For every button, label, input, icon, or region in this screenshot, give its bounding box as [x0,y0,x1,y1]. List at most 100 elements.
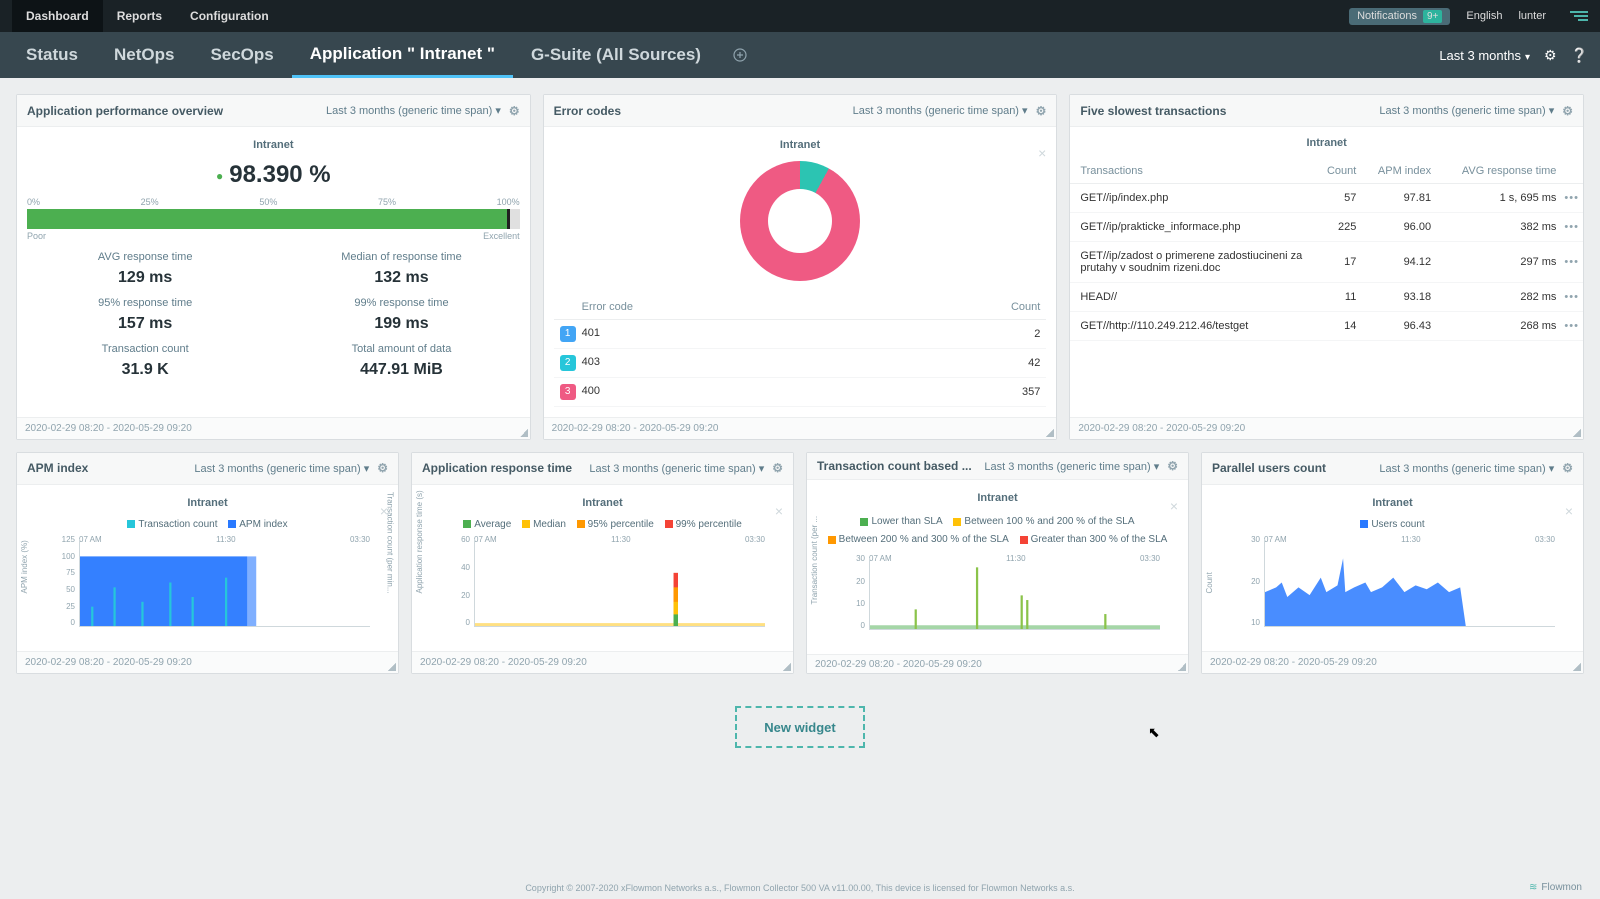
close-icon[interactable]: × [1170,498,1178,514]
tab-secops[interactable]: SecOps [192,32,291,78]
metric-item: Transaction count31.9 K [27,343,263,379]
widget-source-label: Intranet [27,139,520,151]
widget-response-time: Application response time Last 3 months (… [411,452,794,674]
widget-settings-icon[interactable]: ⚙ [1036,104,1047,118]
widget-settings-icon[interactable]: ⚙ [509,104,520,118]
widget-footer: 2020-02-29 08:20 - 2020-05-29 09:20 [807,654,1188,673]
widget-title: Application performance overview [27,104,223,118]
metric-item: 99% response time199 ms [283,297,519,333]
widget-title: Application response time [422,461,572,475]
table-row[interactable]: GET//ip/zadost o primerene zadostiucinen… [1070,242,1583,283]
widget-source-label: Intranet [817,492,1178,504]
brand-footer: ≋Flowmon [1529,882,1582,893]
table-row[interactable]: GET//ip/index.php5797.811 s, 695 ms••• [1070,184,1583,213]
widget-source-label: Intranet [1212,497,1573,509]
add-tab-button[interactable] [719,32,761,78]
widget-settings-icon[interactable]: ⚙ [377,461,388,475]
widget-timespan-selector[interactable]: Last 3 months (generic time span) ▾ [853,104,1028,117]
widget-apm-index: APM index Last 3 months (generic time spa… [16,452,399,674]
notifications-badge: 9+ [1423,10,1442,23]
widget-footer: 2020-02-29 08:20 - 2020-05-29 09:20 [17,651,398,673]
cursor-icon: ⬉ [1148,724,1160,741]
dashboard-tabs: Status NetOps SecOps Application " Intra… [0,32,1600,78]
parallel-users-chart: Count 302010 07 AM11:3003:30 [1220,535,1565,643]
widget-footer: 2020-02-29 08:20 - 2020-05-29 09:20 [412,651,793,673]
widget-title: APM index [27,461,88,475]
response-time-chart: Application response time (s) 6040200 07… [430,535,775,643]
row-actions-icon[interactable]: ••• [1564,256,1579,268]
performance-bar: 0% 25% 50% 75% 100% PoorExcellent [27,197,520,241]
widget-timespan-selector[interactable]: Last 3 months (generic time span) ▾ [1379,462,1554,475]
widget-parallel-users: Parallel users count Last 3 months (gener… [1201,452,1584,674]
table-row[interactable]: GET//http://110.249.212.46/testget1496.4… [1070,312,1583,341]
new-widget-button[interactable]: New widget [735,706,865,748]
top-navigation: Dashboard Reports Configuration Notifica… [0,0,1600,32]
widget-settings-icon[interactable]: ⚙ [1167,459,1178,473]
row-actions-icon[interactable]: ••• [1564,320,1579,332]
metric-item: Median of response time132 ms [283,251,519,287]
table-row[interactable]: 14012 [554,320,1047,349]
widget-settings-icon[interactable]: ⚙ [1562,104,1573,118]
row-actions-icon[interactable]: ••• [1564,221,1579,233]
tab-gsuite[interactable]: G-Suite (All Sources) [513,32,719,78]
metric-item: Total amount of data447.91 MiB [283,343,519,379]
performance-score: ●98.390 % [27,161,520,189]
notifications-button[interactable]: Notifications 9+ [1349,8,1450,25]
widget-timespan-selector[interactable]: Last 3 months (generic time span) ▾ [984,460,1159,473]
help-icon[interactable]: ❔ [1571,47,1588,64]
widget-source-label: Intranet [1070,137,1583,149]
tab-netops[interactable]: NetOps [96,32,192,78]
widget-footer: 2020-02-29 08:20 - 2020-05-29 09:20 [1070,417,1583,439]
row-actions-icon[interactable]: ••• [1564,192,1579,204]
tab-application-intranet[interactable]: Application " Intranet " [292,32,513,78]
table-row[interactable]: 3400357 [554,378,1047,407]
global-timerange-selector[interactable]: Last 3 months▾ [1439,48,1530,63]
page-footer: Copyright © 2007-2020 xFlowmon Networks … [0,883,1600,893]
tab-status[interactable]: Status [8,32,96,78]
close-icon[interactable]: × [1565,503,1573,519]
nav-configuration[interactable]: Configuration [176,0,283,32]
widget-timespan-selector[interactable]: Last 3 months (generic time span) ▾ [326,104,501,117]
close-icon[interactable]: × [1038,145,1046,161]
widget-header: Application performance overview Last 3 … [17,95,530,127]
widget-timespan-selector[interactable]: Last 3 months (generic time span) ▾ [589,462,764,475]
table-row[interactable]: 240342 [554,349,1047,378]
close-icon[interactable]: × [775,503,783,519]
widget-header: Error codes Last 3 months (generic time … [544,95,1057,127]
widget-source-label: Intranet [554,139,1047,151]
plus-circle-icon [733,48,747,62]
error-code-table: Error codeCount 14012 240342 3400357 [554,295,1047,407]
widget-title: Five slowest transactions [1080,104,1226,118]
widget-footer: 2020-02-29 08:20 - 2020-05-29 09:20 [1202,651,1583,673]
row-actions-icon[interactable]: ••• [1564,291,1579,303]
chart-legend: Lower than SLA Between 100 % and 200 % o… [817,514,1178,550]
metric-item: 95% response time157 ms [27,297,263,333]
language-selector[interactable]: English [1466,10,1502,22]
widget-footer: 2020-02-29 08:20 - 2020-05-29 09:20 [17,417,530,439]
brand-logo-icon [1570,11,1588,21]
table-row[interactable]: GET//ip/prakticke_informace.php22596.003… [1070,213,1583,242]
notifications-label: Notifications [1357,10,1417,22]
user-menu[interactable]: lunter [1518,10,1554,22]
widget-title: Transaction count based ... [817,459,972,473]
chart-legend: Transaction count APM index [27,519,388,532]
nav-reports[interactable]: Reports [103,0,176,32]
widget-title: Error codes [554,104,621,118]
widget-source-label: Intranet [27,497,388,509]
widget-footer: 2020-02-29 08:20 - 2020-05-29 09:20 [544,417,1057,439]
metric-item: AVG response time129 ms [27,251,263,287]
widget-title: Parallel users count [1212,461,1326,475]
slow-transactions-table: Transactions Count APM index AVG respons… [1070,159,1583,341]
widget-timespan-selector[interactable]: Last 3 months (generic time span) ▾ [194,462,369,475]
widget-app-performance-overview: Application performance overview Last 3 … [16,94,531,440]
nav-dashboard[interactable]: Dashboard [12,0,103,32]
error-donut-chart [740,161,860,281]
widget-timespan-selector[interactable]: Last 3 months (generic time span) ▾ [1379,104,1554,117]
widget-error-codes: Error codes Last 3 months (generic time … [543,94,1058,440]
settings-icon[interactable]: ⚙ [1544,47,1557,64]
widget-settings-icon[interactable]: ⚙ [1562,461,1573,475]
apm-index-chart: APM index (%) Transaction count (per min… [35,535,380,643]
transaction-count-chart: Transaction count (per ... 3020100 07 AM… [825,554,1170,646]
widget-settings-icon[interactable]: ⚙ [772,461,783,475]
table-row[interactable]: HEAD//1193.18282 ms••• [1070,283,1583,312]
